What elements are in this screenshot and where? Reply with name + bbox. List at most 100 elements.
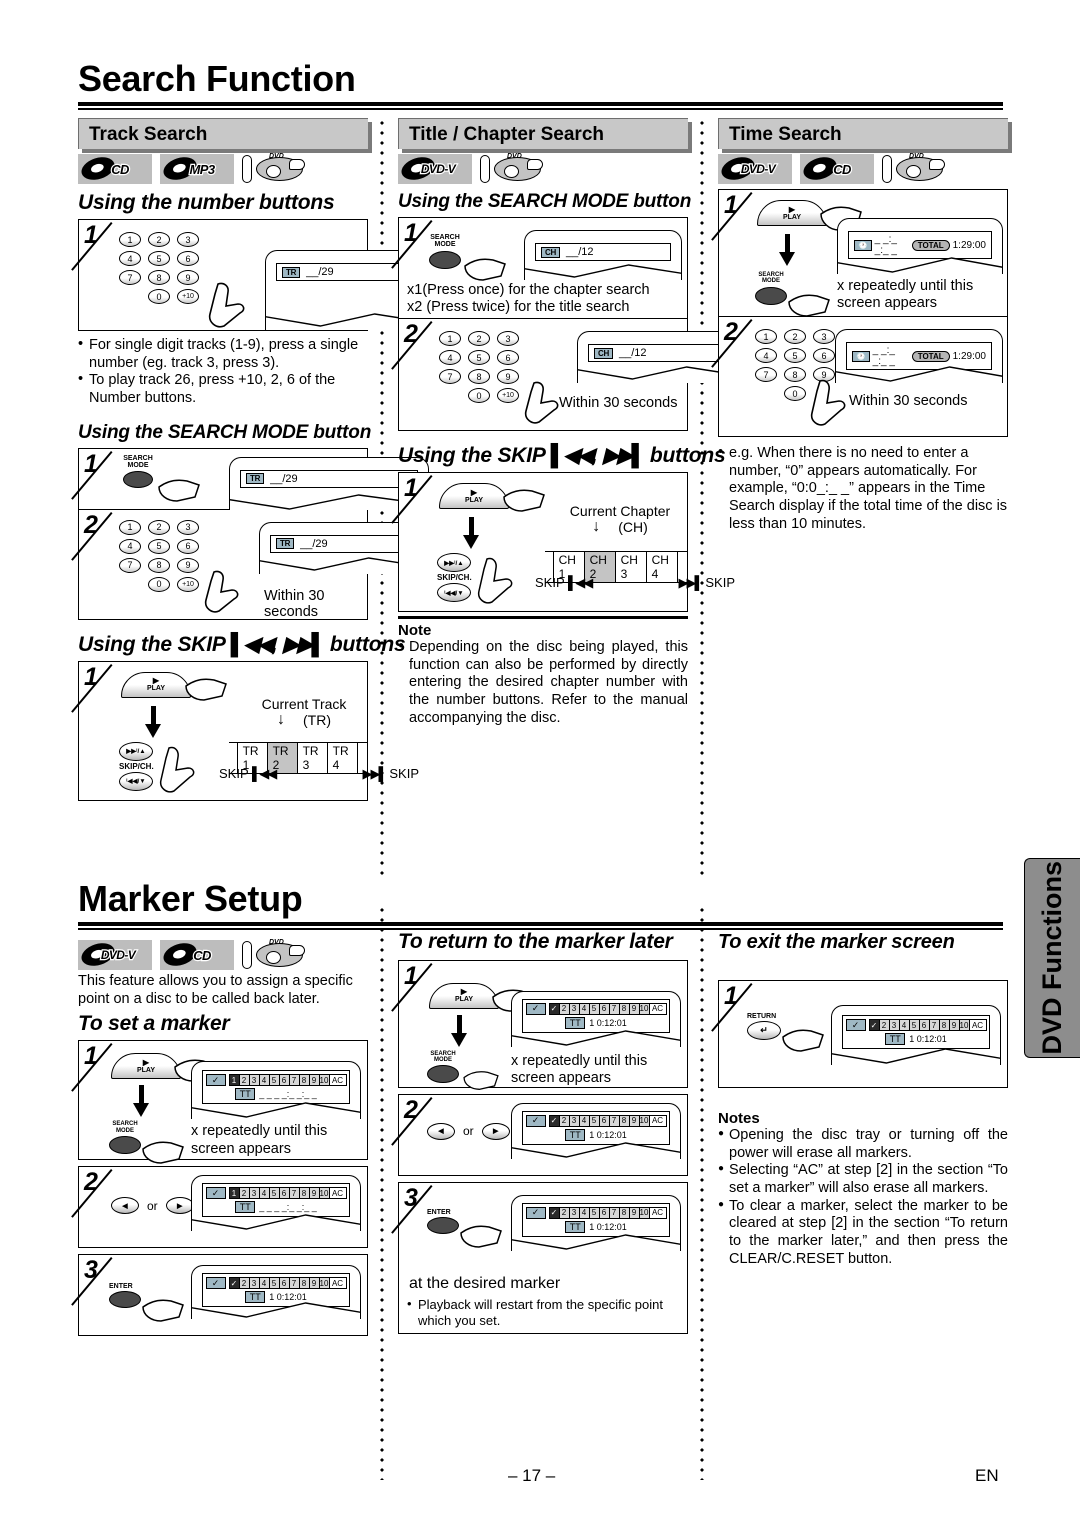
subhead-pre: Using the SKIP [398, 444, 545, 467]
marker-numbers: ✓ 2 3 4 5 6 7 8 9 10 AC [228, 1277, 347, 1290]
press-line: x1(Press once) for the chapter search [407, 282, 650, 298]
search-mode-key[interactable] [427, 1065, 459, 1084]
torn-edge [836, 366, 1002, 383]
side-tab-label: DVD Functions [1037, 861, 1067, 1055]
hand-pointer-icon [810, 379, 846, 426]
search-mode-key[interactable] [755, 286, 787, 305]
marker-time: _ _ _ _:_ _:_ _ [259, 1089, 317, 1100]
step-number: 2 [84, 510, 98, 539]
step-number: 1 [724, 982, 738, 1010]
title-rule [78, 102, 1003, 106]
play-label: PLAY [454, 996, 474, 1004]
player-display-panel: 🕐 _ _:_ _:_ _ TOTAL 1:29:00 [837, 218, 1003, 274]
skip-back-button[interactable]: ᴵ◀◀/▼ [437, 583, 471, 602]
key-7[interactable]: 7 [119, 557, 141, 573]
hand-pointer-icon [158, 479, 200, 502]
marker-display-panel: ✓ ✓ 2 3 4 5 6 7 8 9 10 AC TT 1 0:12:01 [511, 1102, 681, 1159]
key-0[interactable]: 0 [468, 388, 490, 403]
key-5[interactable]: 5 [468, 350, 490, 365]
marker-ac: AC [328, 1277, 347, 1290]
key-6[interactable]: 6 [497, 350, 519, 365]
key-9[interactable]: 9 [177, 557, 199, 573]
check-icon: ✓ [205, 1187, 226, 1200]
search-mode-button[interactable]: SEARCH MODE [427, 1051, 459, 1084]
key-9[interactable]: 9 [497, 369, 519, 384]
skip-forward-button[interactable]: ▶▶ᴵ/▲ [437, 553, 471, 572]
key-7[interactable]: 7 [119, 270, 141, 285]
marker-return-step-1: 1 ▶ PLAY SEARCH MODE ✓ ✓ 2 3 4 5 6 7 8 9… [398, 959, 688, 1090]
bullet: Playback will restart from the specific … [407, 1296, 679, 1329]
key-8[interactable]: 8 [148, 270, 170, 285]
marker-time: 1 0:12:01 [909, 1034, 947, 1044]
search-mode-button[interactable]: SEARCH MODE [755, 272, 787, 305]
search-mode-key[interactable] [109, 1135, 141, 1154]
key-0[interactable]: 0 [784, 386, 806, 401]
step-number: 3 [404, 1183, 418, 1212]
skip-forward-button[interactable]: ▶▶ᴵ/▲ [119, 741, 153, 761]
subhead-post: buttons [649, 444, 726, 467]
key-plus10[interactable]: +10 [177, 289, 199, 304]
skip-back-button[interactable]: ᴵ◀◀/▼ [119, 771, 153, 791]
key-0[interactable]: 0 [148, 289, 170, 304]
display-value: __/29 [270, 472, 298, 485]
search-mode-button[interactable]: SEARCH MODE [109, 1121, 141, 1154]
track-searchmode-step-2: 2 123 456 789 0 +10 TR __/29 Within 30 se… [78, 509, 429, 620]
marker-ac: AC [648, 1002, 667, 1015]
key-3[interactable]: 3 [177, 232, 199, 247]
key-8[interactable]: 8 [784, 367, 806, 382]
skip-down-label: ᴵ◀◀/▼ [126, 778, 146, 786]
key-7[interactable]: 7 [439, 369, 461, 384]
key-2[interactable]: 2 [784, 329, 806, 344]
cursor-right-button[interactable]: ▶ [165, 1197, 194, 1215]
key-3[interactable]: 3 [497, 331, 519, 346]
key-5[interactable]: 5 [148, 538, 170, 554]
key-7[interactable]: 7 [755, 367, 777, 382]
key-2[interactable]: 2 [468, 331, 490, 346]
skip-ch-control[interactable]: ▶▶ᴵ/▲ SKIP/CH. ᴵ◀◀/▼ [119, 741, 154, 791]
key-3[interactable]: 3 [813, 329, 835, 344]
play-button[interactable]: ▶ PLAY [439, 483, 509, 509]
key-8[interactable]: 8 [148, 557, 170, 573]
skip-ch-control[interactable]: ▶▶ᴵ/▲ SKIP/CH. ᴵ◀◀/▼ [437, 553, 472, 602]
bullet: To play track 26, press +10, 2, 6 of the… [78, 371, 368, 407]
vfd-display: CH __/12 [588, 344, 736, 362]
skip-ch-label: SKIP/CH. [437, 573, 472, 582]
note-item: To clear a marker, select the marker to … [718, 1198, 1008, 1269]
check-icon: ✓ [525, 1114, 546, 1127]
key-5[interactable]: 5 [148, 251, 170, 266]
skip-ch-label: SKIP/CH. [119, 761, 154, 771]
cursor-right-button[interactable]: ▶ [481, 1122, 510, 1140]
key-6[interactable]: 6 [177, 251, 199, 266]
key-3[interactable]: 3 [177, 519, 199, 535]
page-title: Search Function [78, 58, 356, 99]
check-icon: ✓ [205, 1277, 226, 1290]
key-6[interactable]: 6 [177, 538, 199, 554]
track-searchmode-step-1: 1 SEARCH MODE TR __/29 [78, 447, 429, 511]
marker-return-step-3: 3 ENTER ✓ ✓ 2 3 4 5 6 7 8 9 10 AC TT 1 0… [398, 1181, 688, 1334]
key-8[interactable]: 8 [468, 369, 490, 384]
key-plus10[interactable]: +10 [177, 576, 199, 592]
key-0[interactable]: 0 [148, 576, 170, 592]
marker-setup-title-block: Marker Setup [78, 878, 1003, 930]
display-tag: CH [594, 347, 613, 359]
play-button[interactable]: ▶ PLAY [121, 671, 191, 698]
bullet: For single digit tracks (1-9), press a s… [78, 336, 368, 372]
tc-step-1: 1 SEARCH MODE CH __/12 x1(Press once) fo… [398, 217, 688, 319]
torn-edge [512, 1141, 680, 1159]
badge-cd: CD [800, 154, 874, 184]
key-6[interactable]: 6 [813, 348, 835, 363]
track-skip-subhead: Using the SKIP ▌◀◀, ▶▶▌ buttons [78, 632, 406, 656]
marker-set-column: DVD-V CD DVD This feature allows you to … [78, 935, 368, 1337]
play-button[interactable]: ▶ PLAY [757, 200, 827, 226]
key-2[interactable]: 2 [148, 232, 170, 247]
key-plus10[interactable]: +10 [497, 388, 519, 403]
search-mode-key[interactable] [123, 471, 153, 489]
search-mode-button[interactable]: SEARCH MODE [123, 455, 153, 489]
key-9[interactable]: 9 [177, 270, 199, 285]
key-2[interactable]: 2 [148, 519, 170, 535]
marker-numbers: 1 2 3 4 5 6 7 8 9 10 AC [228, 1074, 347, 1087]
key-5[interactable]: 5 [784, 348, 806, 363]
marker-badges: DVD-V CD DVD [78, 939, 368, 971]
step-number: 1 [404, 219, 418, 247]
bullet: e.g. When there is no need to enter a nu… [718, 444, 1008, 533]
